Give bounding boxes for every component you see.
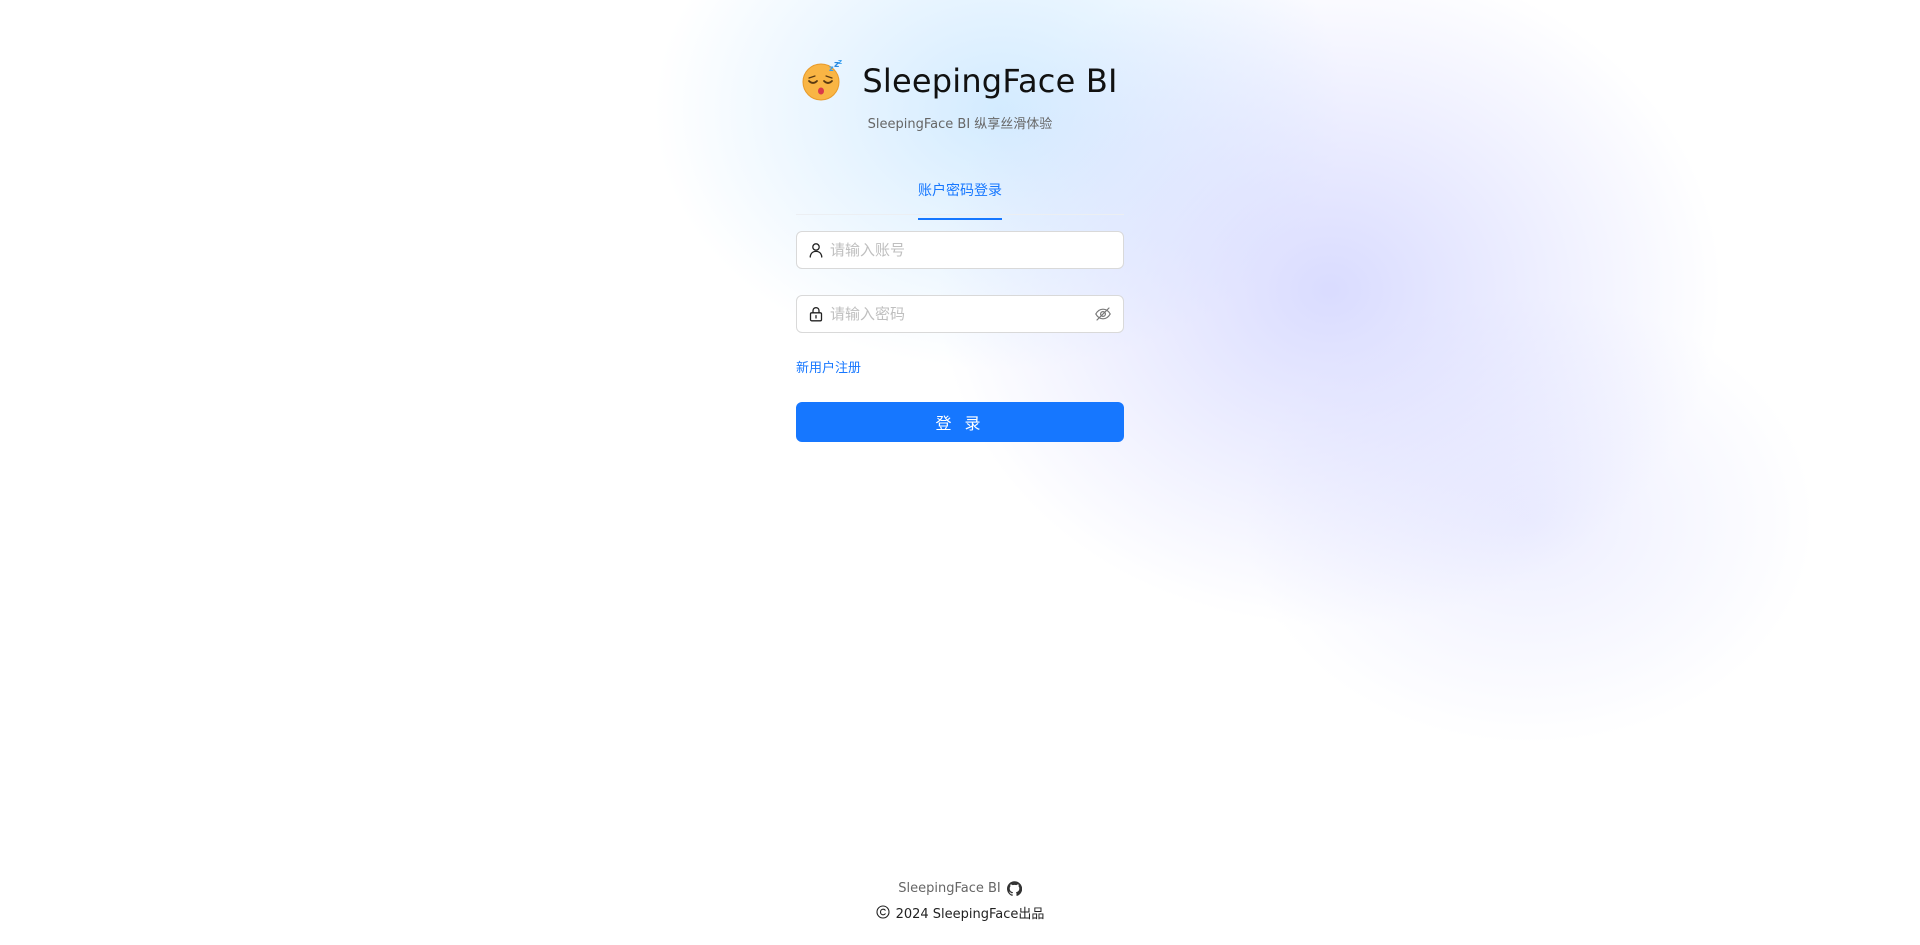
footer-brand-row: SleepingFace BI	[0, 878, 1920, 898]
register-link[interactable]: 新用户注册	[796, 357, 861, 376]
copyright-text: 2024 SleepingFace出品	[895, 906, 1045, 922]
footer: SleepingFace BI 2024 SleepingFace出品	[0, 878, 1920, 922]
footer-brand-text: SleepingFace BI	[898, 880, 1001, 896]
svg-text:z: z	[838, 60, 842, 66]
lock-icon	[808, 306, 824, 322]
account-input[interactable]	[830, 241, 1112, 259]
sleeping-face-emoji-icon: z z z	[802, 60, 844, 102]
login-header: z z z SleepingFace BI SleepingFace BI 纵享…	[0, 57, 1920, 132]
password-input[interactable]	[830, 305, 1094, 323]
user-icon	[808, 242, 824, 258]
login-tabs: 账户密码登录	[796, 174, 1124, 220]
password-field[interactable]	[796, 295, 1124, 333]
eye-invisible-icon[interactable]	[1094, 305, 1112, 323]
login-form: 账户密码登录 新用户注册 登 录	[796, 174, 1124, 442]
app-title: SleepingFace BI	[862, 62, 1118, 100]
tab-account-password-login[interactable]: 账户密码登录	[918, 174, 1002, 220]
github-icon[interactable]	[1006, 880, 1022, 896]
brand-row: z z z SleepingFace BI	[0, 57, 1920, 105]
copyright-icon	[876, 905, 890, 919]
login-button[interactable]: 登 录	[796, 402, 1124, 442]
app-subtitle: SleepingFace BI 纵享丝滑体验	[867, 117, 1053, 132]
account-field[interactable]	[796, 231, 1124, 269]
footer-copyright-row: 2024 SleepingFace出品	[0, 902, 1920, 922]
